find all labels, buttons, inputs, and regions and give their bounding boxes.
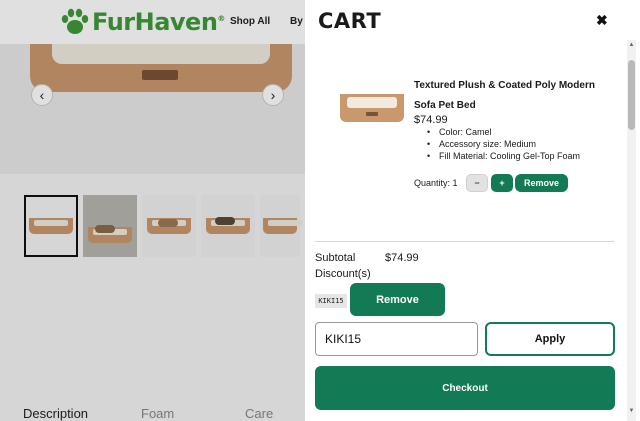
quantity-increase-button[interactable]: +	[491, 174, 513, 192]
scroll-up-icon[interactable]: ▲	[627, 42, 636, 51]
attr-size: Accessory size: Medium	[427, 138, 580, 150]
discount-code-input[interactable]	[315, 322, 478, 356]
checkout-button[interactable]: Checkout	[315, 366, 615, 410]
scroll-down-icon[interactable]: ▼	[627, 408, 636, 417]
discount-label: Discount(s)	[315, 268, 371, 280]
attr-color: Color: Camel	[427, 126, 580, 138]
subtotal-value: $74.99	[385, 252, 419, 264]
remove-discount-button[interactable]: Remove	[350, 283, 445, 316]
cart-drawer: CART ✖ Textured Plush & Coated Poly Mode…	[305, 0, 640, 421]
cart-title: CART	[318, 9, 382, 33]
cart-item-price: $74.99	[414, 114, 448, 126]
cart-item-name[interactable]: Textured Plush & Coated Poly Modern Sofa…	[414, 76, 614, 116]
subtotal-label: Subtotal	[315, 252, 356, 264]
drawer-scrollbar[interactable]: ▲ ▼	[627, 40, 636, 421]
divider	[315, 241, 614, 242]
scrollbar-thumb[interactable]	[628, 60, 635, 130]
quantity-label: Quantity: 1	[414, 178, 458, 188]
attr-fill: Fill Material: Cooling Gel-Top Foam	[427, 150, 580, 162]
applied-discount-code: KIKI15	[315, 294, 347, 308]
remove-item-button[interactable]: Remove	[515, 174, 568, 192]
cart-item-attributes: Color: Camel Accessory size: Medium Fill…	[427, 126, 580, 162]
apply-code-button[interactable]: Apply	[485, 322, 615, 356]
page-overlay[interactable]	[0, 0, 305, 421]
cart-item-image[interactable]	[340, 94, 404, 122]
quantity-decrease-button[interactable]: −	[466, 174, 488, 192]
close-icon[interactable]: ✖	[596, 12, 608, 29]
